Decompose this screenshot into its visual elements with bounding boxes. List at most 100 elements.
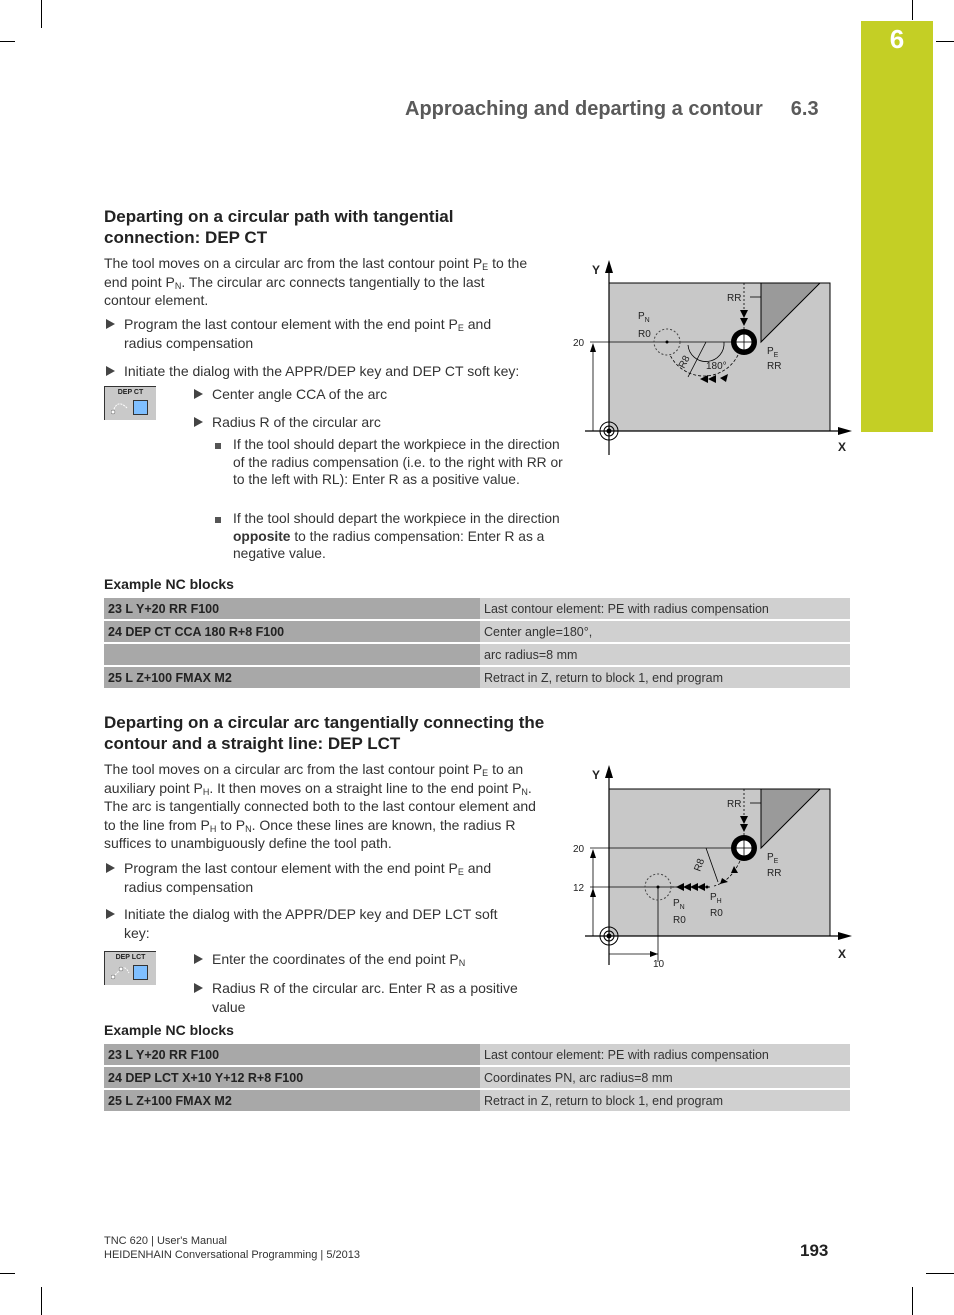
table-row: 23 L Y+20 RR F100 Last contour element: P… [104, 598, 850, 621]
heading-line: Departing on a circular arc tangentially… [104, 713, 545, 732]
x-axis-arrow-icon [838, 932, 852, 940]
heading-line: contour and a straight line: DEP LCT [104, 734, 401, 753]
triangle-bullet-icon [106, 366, 115, 376]
y-axis-arrow-icon [605, 260, 613, 273]
footer-line: TNC 620 | User's Manual [104, 1235, 227, 1247]
table-row: arc radius=8 mm [104, 643, 850, 667]
text: Initiate the dialog with the APPR/DEP ke… [124, 363, 520, 379]
example-heading: Example NC blocks [104, 1022, 234, 1038]
nc-desc: Retract in Z, return to block 1, end pro… [480, 1089, 850, 1113]
crop-mark [0, 41, 15, 42]
text: Center angle CCA of the arc [212, 386, 388, 402]
text: Enter the coordinates of the end point P [212, 951, 459, 967]
crop-mark [41, 1287, 42, 1315]
footer-line: HEIDENHAIN Conversational Programming | … [104, 1248, 360, 1261]
square-bullet-icon [215, 517, 221, 523]
chapter-tab: 6 [861, 21, 933, 432]
nc-code: 25 L Z+100 FMAX M2 [104, 1089, 480, 1113]
nc-code [104, 643, 480, 667]
nc-desc: Last contour element: PE with radius com… [480, 598, 850, 621]
step-item: Initiate the dialog with the APPR/DEP ke… [104, 905, 524, 942]
nc-code: 24 DEP LCT X+10 Y+12 R+8 F100 [104, 1066, 480, 1090]
crop-mark [912, 0, 913, 20]
nc-code: 23 L Y+20 RR F100 [104, 1044, 480, 1067]
nc-blocks-table-dep-lct: 23 L Y+20 RR F100 Last contour element: P… [104, 1044, 850, 1113]
nc-blocks-table-dep-ct: 23 L Y+20 RR F100 Last contour element: P… [104, 598, 850, 690]
text: If the tool should depart the workpiece … [233, 437, 563, 487]
section-heading-dep-ct: Departing on a circular path with tangen… [104, 206, 454, 248]
y-tick-12: 12 [573, 883, 585, 894]
dep-lct-figure: Y X 20 12 10 RR R8 PE RR PN R0 PH R0 [573, 765, 852, 970]
square-bullet-icon [215, 443, 221, 449]
dep-ct-figure: Y X 20 RR PN R0 R8 180° PE RR [573, 260, 852, 455]
text: Program the last contour element with th… [124, 316, 458, 332]
text: Program the last contour element with th… [124, 860, 458, 876]
softkey-label: DEP LCT [115, 954, 146, 961]
text: The tool moves on a circular arc from th… [104, 255, 483, 271]
y-tick-20: 20 [573, 338, 585, 349]
rr-top-label: RR [727, 799, 741, 810]
triangle-bullet-icon [194, 983, 203, 993]
nc-code: 25 L Z+100 FMAX M2 [104, 666, 480, 690]
nc-desc: arc radius=8 mm [480, 643, 850, 667]
ph-r0-label: R0 [710, 908, 723, 919]
nc-desc: Last contour element: PE with radius com… [480, 1044, 850, 1067]
step-item: Program the last contour element with th… [104, 859, 524, 896]
crop-mark [936, 41, 954, 42]
triangle-bullet-icon [194, 389, 203, 399]
x-axis-arrow-icon [838, 427, 852, 435]
text: to P [216, 816, 246, 833]
nc-code: 24 DEP CT CCA 180 R+8 F100 [104, 620, 480, 644]
note-item: If the tool should depart the workpiece … [213, 510, 563, 563]
running-header: Approaching and departing a contour 6.3 [405, 98, 819, 121]
intro-paragraph: The tool moves on a circular arc from th… [104, 254, 534, 310]
step-item: Initiate the dialog with the APPR/DEP ke… [104, 362, 564, 381]
intro-paragraph: The tool moves on a circular arc from th… [104, 760, 544, 853]
crop-mark [926, 1273, 954, 1274]
x-axis-label: X [838, 440, 846, 454]
pn-r0-label: R0 [673, 915, 686, 926]
sub-step-item: Radius R of the circular arc [192, 413, 552, 432]
x-axis-label: X [838, 947, 846, 961]
crop-mark [0, 1273, 15, 1274]
section-number: 6.3 [790, 98, 819, 120]
nc-code: 23 L Y+20 RR F100 [104, 598, 480, 621]
triangle-bullet-icon [194, 954, 203, 964]
heading-line: connection: DEP CT [104, 228, 268, 247]
dep-lct-softkey[interactable]: DEP LCT [104, 951, 156, 985]
nc-desc: Coordinates PN, arc radius=8 mm [480, 1066, 850, 1090]
text: The tool moves on a circular arc from th… [104, 761, 483, 777]
page-number: 193 [800, 1241, 829, 1260]
table-row: 24 DEP LCT X+10 Y+12 R+8 F100 Coordinates… [104, 1066, 850, 1090]
nc-desc: Center angle=180°, [480, 620, 850, 644]
crop-mark [41, 0, 42, 28]
x-tick-10: 10 [653, 959, 665, 970]
section-heading-dep-lct: Departing on a circular arc tangentially… [104, 712, 544, 754]
triangle-bullet-icon [194, 417, 203, 427]
r0-label: R0 [638, 329, 651, 340]
triangle-bullet-icon [106, 319, 115, 329]
text: Radius R of the circular arc [212, 414, 381, 430]
dim-arrow-icon [590, 343, 596, 352]
angle-label: 180° [706, 361, 727, 372]
running-title: Approaching and departing a contour [405, 98, 763, 120]
sub-step-item: Enter the coordinates of the end point P… [192, 950, 552, 969]
y-axis-label: Y [592, 768, 600, 782]
softkey-label: DEP CT [117, 389, 144, 396]
text: . It then moves on a straight line to th… [209, 779, 522, 796]
dep-ct-softkey[interactable]: DEP CT [104, 386, 156, 420]
triangle-bullet-icon [106, 863, 115, 873]
softkey-box-icon [133, 400, 148, 415]
text: If the tool should depart the workpiece … [233, 511, 560, 526]
nc-desc: Retract in Z, return to block 1, end pro… [480, 666, 850, 690]
text: Initiate the dialog with the APPR/DEP ke… [124, 906, 498, 941]
rr-label: RR [767, 868, 781, 879]
triangle-bullet-icon [106, 909, 115, 919]
note-item: If the tool should depart the workpiece … [213, 436, 563, 489]
rr-label: RR [767, 361, 781, 372]
softkey-box-icon [133, 965, 148, 980]
table-row: 25 L Z+100 FMAX M2 Retract in Z, return t… [104, 1089, 850, 1113]
bold-text: opposite [233, 528, 291, 544]
rr-top-label: RR [727, 293, 741, 304]
footer: TNC 620 | User's Manual HEIDENHAIN Conve… [104, 1235, 360, 1262]
